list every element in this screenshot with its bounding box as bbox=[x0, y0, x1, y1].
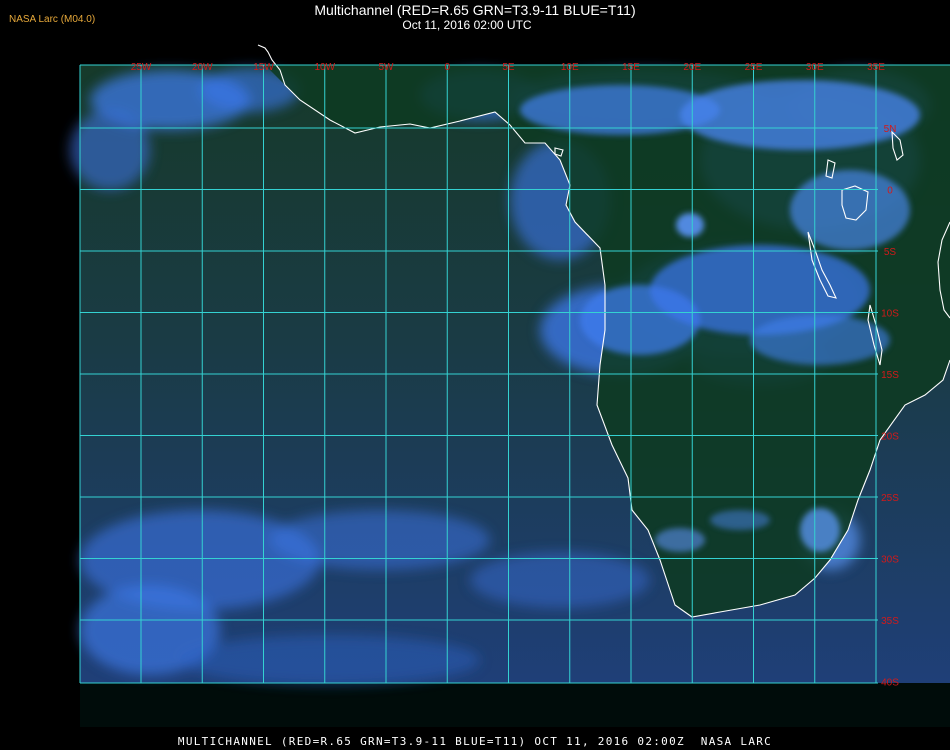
longitude-label: 15E bbox=[622, 62, 640, 73]
longitude-label: 5W bbox=[379, 62, 395, 73]
longitude-label: 25E bbox=[745, 62, 763, 73]
longitude-label: 20W bbox=[192, 62, 213, 73]
latitude-label: 15S bbox=[881, 370, 899, 381]
map-bottom-strip bbox=[80, 683, 950, 727]
latitude-label: 30S bbox=[881, 555, 899, 566]
longitude-label: 25W bbox=[131, 62, 152, 73]
longitude-label: 15W bbox=[253, 62, 274, 73]
latitude-label: 35S bbox=[881, 616, 899, 627]
latitude-label: 40S bbox=[881, 678, 899, 689]
latitude-label: 5N bbox=[884, 124, 897, 135]
longitude-label: 0 bbox=[444, 62, 450, 73]
latitude-label: 10S bbox=[881, 309, 899, 320]
satellite-map: 25W 20W 15W 10W 5W 0 5E 10E 15E 20E 25E 30E 35E 5N 0 5… bbox=[70, 44, 950, 727]
latitude-label: 20S bbox=[881, 432, 899, 443]
longitude-label: 5E bbox=[502, 62, 515, 73]
latitude-label: 0 bbox=[887, 186, 893, 197]
longitude-label: 20E bbox=[683, 62, 701, 73]
longitude-label: 10W bbox=[314, 62, 335, 73]
longitude-label: 35E bbox=[867, 62, 885, 73]
longitude-label: 30E bbox=[806, 62, 824, 73]
longitude-label: 10E bbox=[561, 62, 579, 73]
latitude-label: 25S bbox=[881, 493, 899, 504]
footer-caption: MULTICHANNEL (RED=R.65 GRN=T3.9-11 BLUE=… bbox=[177, 735, 773, 748]
latitude-label: 5S bbox=[884, 247, 897, 258]
